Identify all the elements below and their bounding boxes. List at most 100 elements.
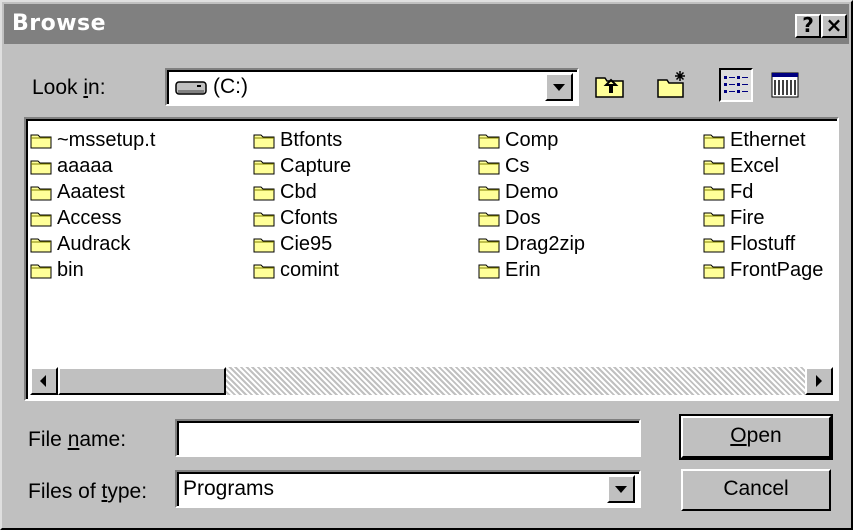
hard-drive-icon [175,78,207,103]
folder-icon [703,234,725,253]
list-item-label: Fire [730,207,765,229]
list-item[interactable]: Fire [703,205,764,231]
folder-icon [30,260,52,279]
list-item-label: Erin [505,259,541,281]
up-one-level-button[interactable] [593,68,627,102]
list-item-label: Btfonts [280,129,343,151]
cancel-button[interactable]: Cancel [681,469,831,511]
list-item[interactable]: Flostuff [703,231,795,257]
list-item-label: Comp [505,129,559,151]
list-item-label: Cs [505,155,530,177]
list-item[interactable]: Erin [478,257,541,283]
list-item[interactable]: Comp [478,127,558,153]
list-item-label: Flostuff [730,233,796,255]
list-item[interactable]: Ethernet [703,127,806,153]
list-item-label: FrontPage [730,259,824,281]
list-item-label: Excel [730,155,779,177]
open-button[interactable]: Open [679,414,833,460]
file-type-dropdown-button[interactable] [607,475,635,503]
folder-icon [703,182,725,201]
folder-icon [253,130,275,149]
list-view-button[interactable] [719,68,753,102]
list-item[interactable]: Fd [703,179,753,205]
folder-icon [478,130,500,149]
list-item-label: Access [57,207,122,229]
list-item-label: Cie95 [280,233,333,255]
scroll-left-button[interactable] [30,367,58,395]
browse-dialog: Browse ? × Look in: (C:) ~mssetup.t aaaa… [0,0,853,530]
folder-icon [478,208,500,227]
file-name-input[interactable] [175,419,641,457]
help-button[interactable]: ? [795,14,821,38]
list-item[interactable]: Cs [478,153,529,179]
folder-icon [703,130,725,149]
look-in-combo[interactable]: (C:) [165,68,579,106]
list-item-label: Cbd [280,181,317,203]
list-item[interactable]: FrontPage [703,257,823,283]
close-button[interactable]: × [821,14,847,38]
list-item[interactable]: comint [253,257,339,283]
folder-icon [703,208,725,227]
list-item[interactable]: bin [30,257,84,283]
list-item-label: Ethernet [730,129,806,151]
folder-icon [703,156,725,175]
list-item-label: Dos [505,207,541,229]
list-item[interactable]: ~mssetup.t [30,127,155,153]
folder-up-icon [595,77,624,98]
list-item-label: Cfonts [280,207,338,229]
folder-icon [703,260,725,279]
title-bar[interactable]: Browse ? × [4,4,849,44]
file-type-combo[interactable]: Programs [175,470,641,508]
arrow-left-icon [40,375,46,387]
list-item[interactable]: Cie95 [253,231,332,257]
details-view-icon [771,72,799,98]
file-name-label: File name: [28,428,127,451]
list-item[interactable]: Access [30,205,121,231]
chevron-down-icon [615,486,627,493]
new-folder-icon [657,71,685,98]
folder-icon [253,260,275,279]
list-item-label: Capture [280,155,352,177]
scroll-thumb[interactable] [58,367,226,395]
file-list[interactable]: ~mssetup.t aaaaa Aaatest Access Audrack bin Bt… [24,117,839,401]
list-item[interactable]: Capture [253,153,351,179]
list-item[interactable]: Dos [478,205,541,231]
new-folder-button[interactable] [655,68,689,102]
folder-icon [253,234,275,253]
file-type-label: Files of type: [28,480,148,503]
list-item[interactable]: Btfonts [253,127,342,153]
list-item-label: comint [280,259,339,281]
folder-icon [253,182,275,201]
list-view-icon [724,76,748,93]
horizontal-scrollbar[interactable] [30,367,833,395]
chevron-down-icon [553,84,565,91]
list-item-label: aaaaa [57,155,113,177]
folder-icon [253,156,275,175]
list-item[interactable]: aaaaa [30,153,113,179]
file-type-value: Programs [183,477,275,500]
folder-icon [30,208,52,227]
folder-icon [478,260,500,279]
folder-icon [30,156,52,175]
folder-icon [253,208,275,227]
look-in-dropdown-button[interactable] [545,73,573,101]
folder-icon [478,182,500,201]
list-item[interactable]: Excel [703,153,779,179]
list-item[interactable]: Cfonts [253,205,338,231]
list-item-label: Audrack [57,233,131,255]
list-item[interactable]: Drag2zip [478,231,585,257]
list-item-label: ~mssetup.t [57,129,156,151]
list-item[interactable]: Cbd [253,179,317,205]
list-item-label: Demo [505,181,559,203]
scroll-right-button[interactable] [805,367,833,395]
list-item-label: Aaatest [57,181,125,203]
list-item[interactable]: Aaatest [30,179,125,205]
dialog-title: Browse [12,11,107,36]
folder-icon [30,234,52,253]
list-item-label: Drag2zip [505,233,586,255]
list-item[interactable]: Audrack [30,231,130,257]
list-item[interactable]: Demo [478,179,558,205]
folder-icon [478,234,500,253]
list-item-label: bin [57,259,84,281]
details-view-button[interactable] [768,68,802,102]
